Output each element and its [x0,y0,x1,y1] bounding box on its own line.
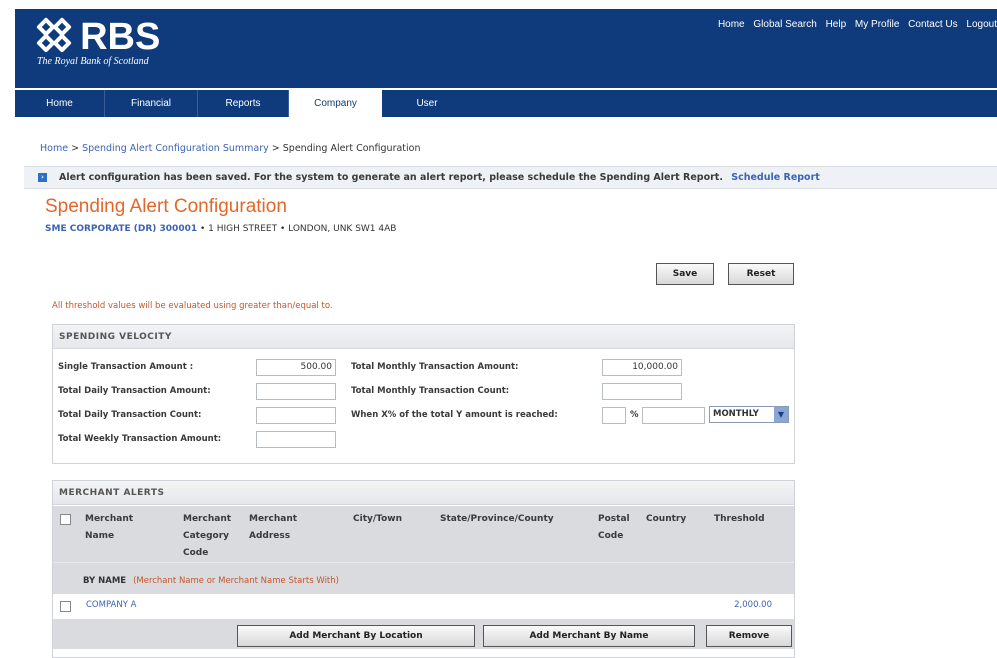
tab-financial[interactable]: Financial [105,90,198,117]
add-merchant-by-location-button[interactable]: Add Merchant By Location [237,625,475,647]
address-text: • 1 HIGH STREET • LONDON, UNK SW1 4AB [199,224,397,234]
merchant-threshold: 2,000.00 [734,600,772,610]
monthly-count-label: Total Monthly Transaction Count: [351,386,510,396]
row-checkbox[interactable] [60,601,71,612]
xpct-label: When X% of the total Y amount is reached… [351,410,558,420]
select-all-checkbox[interactable] [60,514,71,525]
single-transaction-input[interactable]: 500.00 [256,359,336,376]
top-links: Home Global Search Help My Profile Conta… [712,19,997,30]
period-select[interactable]: MONTHLY ▼ [709,406,789,423]
company-address: SME CORPORATE (DR) 300001 • 1 HIGH STREE… [45,224,396,234]
add-merchant-by-name-button[interactable]: Add Merchant By Name [483,625,695,647]
col-postal-code: Postal Code [598,514,630,541]
chevron-down-icon[interactable]: ▼ [774,407,788,422]
breadcrumb: Home > Spending Alert Configuration Summ… [40,143,421,154]
tab-company[interactable]: Company [289,88,382,119]
merchant-alerts-panel: MERCHANT ALERTS Merchant Name Merchant C… [52,480,795,658]
tab-user[interactable]: User [382,90,472,117]
col-merchant-address: Merchant Address [249,514,298,541]
toplink-global-search[interactable]: Global Search [753,19,816,30]
breadcrumb-separator: > [271,143,280,154]
merchant-name-link[interactable]: COMPANY A [86,600,136,610]
col-state: State/Province/County [440,514,554,524]
col-threshold: Threshold [714,514,765,524]
remove-button[interactable]: Remove [706,625,792,647]
info-icon: › [38,173,47,182]
col-merchant-name: Merchant Name [85,514,134,541]
breadcrumb-current: Spending Alert Configuration [282,143,421,154]
merchant-alerts-heading: MERCHANT ALERTS [53,481,794,505]
daily-amount-input[interactable] [256,383,336,400]
breadcrumb-separator: > [71,143,80,154]
confirmation-message: › Alert configuration has been saved. Fo… [24,166,997,189]
main-nav: Home Financial Reports Company User [15,88,997,119]
toplink-my-profile[interactable]: My Profile [855,19,899,30]
company-link[interactable]: SME CORPORATE (DR) 300001 [45,224,197,234]
daily-count-label: Total Daily Transaction Count: [58,410,202,420]
rbs-logo-icon [36,17,73,54]
merchant-table-header: Merchant Name Merchant Category Code Mer… [53,506,794,562]
period-select-value: MONTHLY [713,409,759,419]
monthly-amount-label: Total Monthly Transaction Amount: [351,362,519,372]
amount-y-input[interactable] [642,407,705,424]
by-name-group: BY NAME (Merchant Name or Merchant Name … [53,562,794,594]
toplink-logout[interactable]: Logout [966,19,997,30]
percent-input[interactable] [602,407,626,424]
logo-wordmark: RBS [80,16,161,58]
merchant-actions: Add Merchant By Location Add Merchant By… [53,619,794,649]
breadcrumb-home[interactable]: Home [40,143,68,154]
spending-velocity-panel: SPENDING VELOCITY Single Transaction Amo… [52,324,795,464]
spending-velocity-heading: SPENDING VELOCITY [53,325,794,349]
col-city: City/Town [353,514,402,524]
logo-tagline: The Royal Bank of Scotland [37,56,149,67]
rbs-logo[interactable]: RBS The Royal Bank of Scotland [36,16,161,67]
toplink-help[interactable]: Help [826,19,847,30]
daily-count-input[interactable] [256,407,336,424]
col-country: Country [646,514,687,524]
single-transaction-label: Single Transaction Amount : [58,362,194,372]
breadcrumb-summary[interactable]: Spending Alert Configuration Summary [82,143,269,154]
percent-symbol: % [630,410,639,420]
by-name-note: (Merchant Name or Merchant Name Starts W… [133,576,339,586]
header-bar: RBS The Royal Bank of Scotland Home Glob… [15,9,997,88]
message-text: Alert configuration has been saved. For … [59,172,723,183]
tab-home[interactable]: Home [15,90,105,117]
schedule-report-link[interactable]: Schedule Report [731,172,820,183]
threshold-note: All threshold values will be evaluated u… [52,301,333,311]
by-name-label: BY NAME [83,576,127,586]
reset-button[interactable]: Reset [728,263,794,285]
daily-amount-label: Total Daily Transaction Amount: [58,386,211,396]
monthly-count-input[interactable] [602,383,682,400]
toplink-contact-us[interactable]: Contact Us [908,19,957,30]
toplink-home[interactable]: Home [718,19,745,30]
monthly-amount-input[interactable]: 10,000.00 [602,359,682,376]
page-title: Spending Alert Configuration [45,196,287,217]
weekly-amount-input[interactable] [256,431,336,448]
col-merchant-category: Merchant Category Code [183,514,232,558]
save-button[interactable]: Save [656,263,714,285]
table-row: COMPANY A 2,000.00 [53,594,794,619]
weekly-amount-label: Total Weekly Transaction Amount: [58,434,222,444]
tab-reports[interactable]: Reports [198,90,289,117]
